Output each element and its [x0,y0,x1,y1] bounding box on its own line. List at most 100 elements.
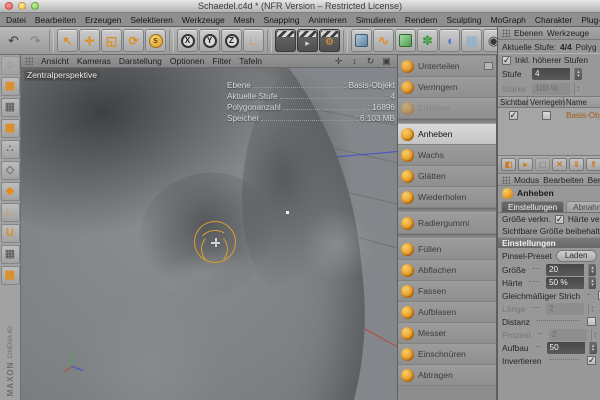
tool-verringern[interactable]: Verringern [398,77,496,98]
menu-bearbeiten[interactable]: Bearbeiten [543,175,584,185]
attribute-stepper[interactable] [591,329,599,341]
menu-item[interactable]: Simulieren [356,15,396,25]
render-settings-icon[interactable]: ⚙ [319,29,340,52]
groesse-verkn-checkbox[interactable] [555,215,564,224]
texture-mode-icon[interactable]: ▦ [1,98,20,117]
lock-x-axis-icon[interactable]: X [177,29,198,52]
tab-ebenen[interactable]: Ebenen [514,28,543,38]
move-icon[interactable]: ✛ [79,29,100,52]
lock-z-axis-icon[interactable]: Z [221,29,242,52]
tool-anheben[interactable]: Anheben [398,124,496,145]
tool-erhoehen[interactable]: Erhöhen [398,98,496,119]
snap-magnet-icon[interactable]: U [1,224,20,243]
menu-item[interactable]: Bearbeiten [35,15,76,25]
redo-icon[interactable]: ↷ [25,29,46,52]
workplane-mode-icon[interactable]: ▦ [1,119,20,138]
rotate-view-icon[interactable]: ↻ [364,56,377,67]
menu-item[interactable]: Selektieren [130,15,173,25]
menu-modus[interactable]: Modus [514,175,539,185]
viewport-menu-item[interactable]: Tafeln [239,56,262,66]
layer-list-empty-area[interactable] [498,122,600,156]
viewport-menu-item[interactable]: Kameras [77,56,111,66]
tool-radiergummi[interactable]: Radiergummi [398,213,496,234]
attribute-value-field[interactable]: 50 [547,342,585,354]
layer-row-basis-objekt[interactable]: Basis-Objekt [498,108,600,122]
viewport-3d[interactable]: Ebene: Basis-Objekt Aktuelle Stufe: 4 Po… [21,55,397,400]
tool-messer[interactable]: Messer [398,323,496,344]
attribute-stepper[interactable] [588,303,596,315]
viewport-menu-item[interactable]: Ansicht [41,56,69,66]
menu-item[interactable]: Erzeugen [85,15,121,25]
tool-wachs[interactable]: Wachs [398,145,496,166]
lock-y-axis-icon[interactable]: Y [199,29,220,52]
live-selection-icon[interactable]: ↖ [57,29,78,52]
tool-einschnueren[interactable]: Einschnüren [398,344,496,365]
model-mode-icon[interactable]: ▣ [1,77,20,96]
attribute-checkbox[interactable] [587,317,596,326]
points-mode-icon[interactable]: ∴ [1,140,20,159]
scale-icon[interactable]: ◱ [101,29,122,52]
edges-mode-icon[interactable]: ◇ [1,161,20,180]
render-view-icon[interactable] [275,29,296,52]
convert-object-icon[interactable]: ◌ [1,56,20,75]
tool-aufblasen[interactable]: Aufblasen [398,302,496,323]
last-tool-icon[interactable]: s [145,29,166,52]
inkl-hoeherer-stufen-checkbox[interactable] [502,56,511,65]
attribute-stepper[interactable] [588,277,596,289]
tool-wiederholen[interactable]: Wiederholen [398,187,496,208]
add-spline-icon[interactable]: ∿ [373,29,394,52]
tool-abtragen[interactable]: Abtragen [398,365,496,386]
tool-glaetten[interactable]: Glätten [398,166,496,187]
attribute-stepper[interactable] [588,264,596,276]
menu-benutzer[interactable]: Benutz [588,175,600,185]
pan-view-icon[interactable]: ✛ [332,56,345,67]
stufe-value-field[interactable]: 4 [532,68,570,80]
panel-grip-icon[interactable] [502,29,510,37]
attribute-value-field[interactable]: 2 [549,329,587,341]
layer-lock-checkbox[interactable] [542,111,551,120]
attribute-stepper[interactable] [589,342,597,354]
viewport-menu-item[interactable]: Darstellung [119,56,162,66]
menu-item[interactable]: Sculpting [447,15,482,25]
add-layer-button[interactable]: ◧ [501,158,516,171]
attribute-value-field[interactable]: 50 % [546,277,584,289]
zoom-view-icon[interactable]: ↕ [348,56,361,67]
stufe-stepper[interactable] [574,68,582,80]
attribute-tab[interactable]: Einstellungen [501,201,564,212]
tool-abflachen[interactable]: Abflachen [398,260,496,281]
menu-item[interactable]: Charakter [535,15,572,25]
erase-layer-button[interactable]: ✕ [552,158,567,171]
menu-item[interactable]: Snapping [264,15,300,25]
attribute-tab[interactable]: Abnahme [566,201,600,212]
panel-grip-icon[interactable] [25,57,33,65]
detach-palette-icon[interactable] [484,62,493,70]
viewport-menu-item[interactable]: Optionen [170,56,205,66]
tool-fassen[interactable]: Fassen [398,281,496,302]
toggle-view-icon[interactable]: ▣ [380,56,393,67]
attribute-value-field[interactable]: 20 [546,264,584,276]
menu-item[interactable]: MoGraph [490,15,525,25]
add-subdivision-surface-icon[interactable] [395,29,416,52]
menu-item[interactable]: Datei [6,15,26,25]
add-camera-icon[interactable]: ◉ [483,29,497,52]
planar-workplane-icon[interactable]: ▦ [1,266,20,285]
add-environment-icon[interactable]: ▦ [461,29,482,52]
lock-workplane-icon[interactable]: ▦ [1,245,20,264]
attribute-value-field[interactable]: 2 [546,303,584,315]
menu-item[interactable]: Animieren [308,15,346,25]
add-cube-object-icon[interactable] [351,29,372,52]
add-folder-button[interactable]: ▸ [518,158,533,171]
polygons-mode-icon[interactable]: ◆ [1,182,20,201]
add-deformer-icon[interactable]: ◖ [439,29,460,52]
delete-layer-button[interactable]: ▢ [535,158,550,171]
merge-down-button[interactable]: ⇓ [569,158,584,171]
bake-layer-button[interactable]: ⇑ [586,158,600,171]
coordinate-system-icon[interactable]: ∟ [243,29,264,52]
undo-icon[interactable]: ↶ [3,29,24,52]
panel-grip-icon[interactable] [502,176,510,184]
menu-item[interactable]: Plug-ins [581,15,600,25]
object-axis-mode-icon[interactable]: ∟ [1,203,20,222]
menu-item[interactable]: Rendern [405,15,438,25]
menu-item[interactable]: Werkzeuge [182,15,225,25]
viewport-menu-item[interactable]: Filter [212,56,231,66]
